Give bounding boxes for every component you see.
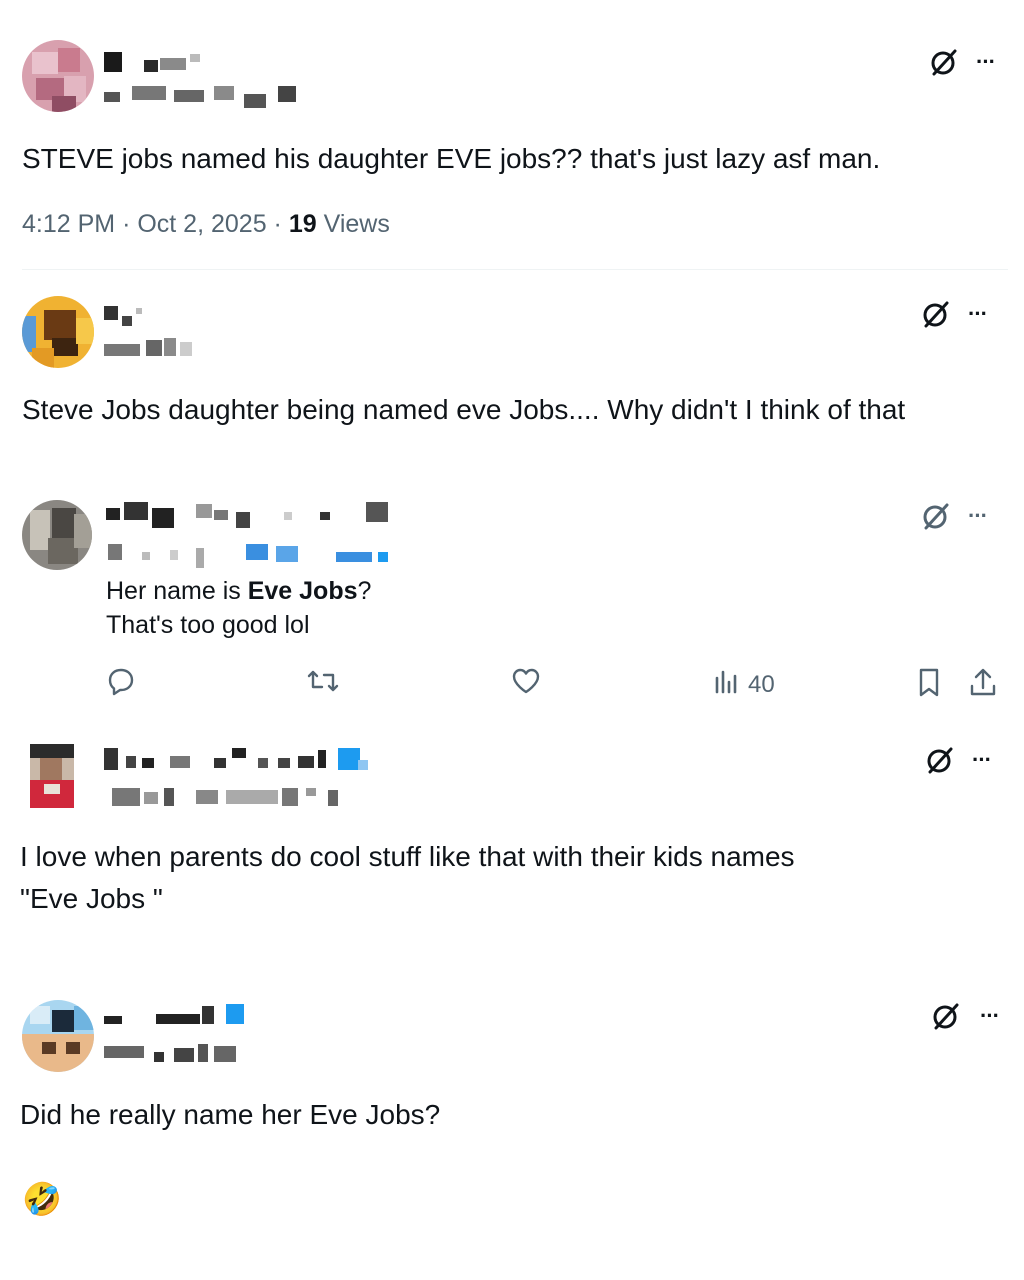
reply-text: Steve Jobs daughter being named eve Jobs… [22,394,906,425]
like-icon [510,666,542,703]
views-count: 19 [288,210,317,238]
reply-text-line-2: That's too good lol [106,611,310,639]
more-icon[interactable]: ··· [972,749,992,771]
grok-icon[interactable] [930,1000,962,1032]
grok-icon[interactable] [920,500,952,532]
views-label: Views [323,210,390,238]
tweet-date[interactable]: Oct 2, 2025 [137,210,266,238]
share-icon [968,666,998,705]
retweet-button[interactable] [306,666,340,703]
grok-icon[interactable] [920,298,952,330]
views-icon [714,666,740,703]
retweet-icon [306,666,340,703]
avatar[interactable] [22,1000,94,1072]
reply-text-line-2: "Eve Jobs " [20,883,163,914]
views-count: 40 [748,670,775,698]
bookmark-icon [914,666,944,705]
reply-icon [106,666,136,703]
tweet-time[interactable]: 4:12 PM [22,210,115,238]
more-icon[interactable]: ··· [968,303,988,325]
tweet-meta: 4:12 PM · Oct 2, 2025 · 19 Views [22,210,390,239]
views-button[interactable]: 40 [714,666,775,703]
bookmark-button[interactable] [914,666,944,705]
more-icon[interactable]: ··· [968,505,988,527]
tweet-text: STEVE jobs named his daughter EVE jobs??… [22,143,881,174]
reply-text: Her name is Eve Jobs? That's too good lo… [106,574,371,642]
avatar[interactable] [22,296,94,368]
rofl-emoji: 🤣 [22,1181,62,1217]
like-button[interactable] [510,666,542,703]
highlight-name: Eve Jobs [247,577,358,605]
meta-separator: · [273,210,282,238]
divider [22,269,1008,270]
reply-text: Did he really name her Eve Jobs? [20,1099,441,1130]
avatar[interactable] [30,744,74,808]
reply-text: I love when parents do cool stuff like t… [20,836,795,920]
avatar[interactable] [22,500,92,570]
meta-separator: · [122,210,131,238]
more-icon[interactable]: ··· [976,51,996,73]
reply-text-line-1: I love when parents do cool stuff like t… [20,841,795,872]
reply-button[interactable] [106,666,136,703]
avatar[interactable] [22,40,94,112]
more-icon[interactable]: ··· [980,1005,1000,1027]
grok-icon[interactable] [928,46,960,78]
reply-text-line-1: Her name is Eve Jobs? [106,577,372,605]
share-button[interactable] [968,666,998,705]
grok-icon[interactable] [924,744,956,776]
